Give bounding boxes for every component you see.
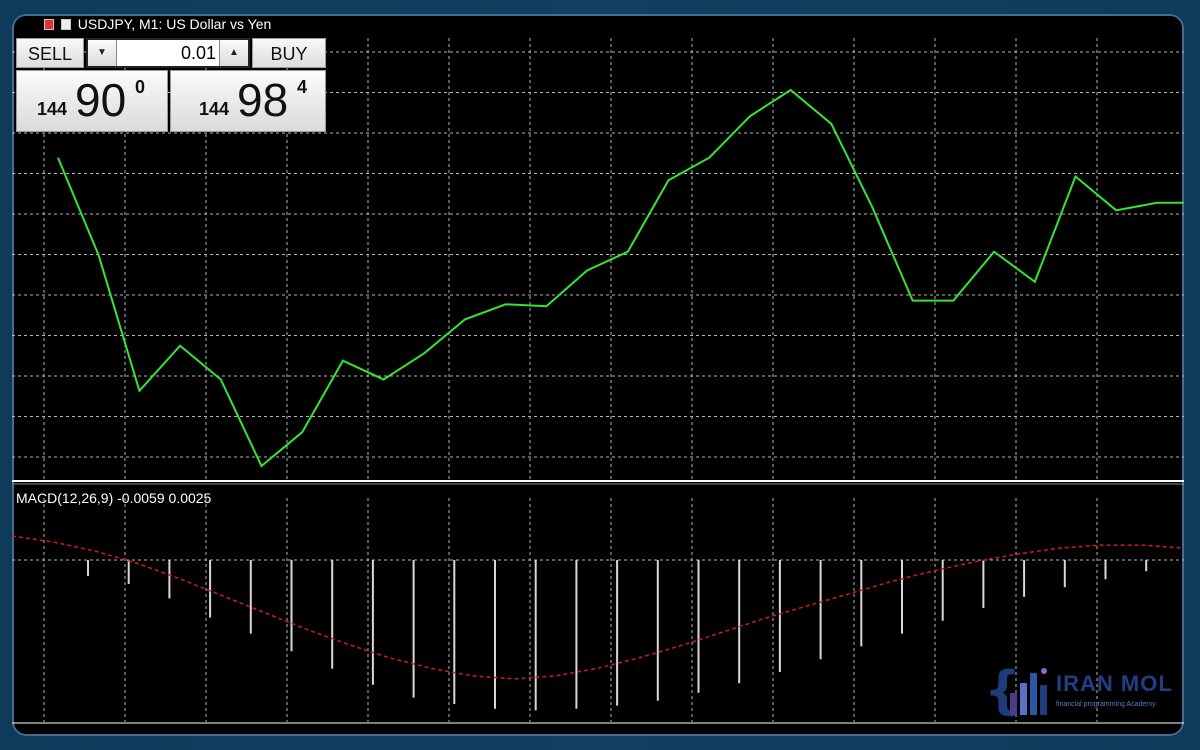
sell-price-main: 90 <box>75 74 127 126</box>
lot-decrease-button[interactable]: ▼ <box>88 40 117 66</box>
sell-price-box[interactable]: 144 90 0 <box>16 70 168 132</box>
lot-increase-button[interactable]: ▲ <box>219 40 248 66</box>
bar-chart-logo-icon <box>1010 668 1047 715</box>
chart-window[interactable]: USDJPY, M1: US Dollar vs Yen SELL ▼ ▲ BU… <box>12 14 1184 736</box>
macd-signal-line <box>12 535 1184 680</box>
price-line <box>57 88 1184 468</box>
triangle-down-icon: ▼ <box>97 47 107 58</box>
macd-indicator-label: MACD(12,26,9) -0.0059 0.0025 <box>16 490 212 506</box>
sell-price-prefix: 144 <box>37 99 68 119</box>
buy-button[interactable]: BUY <box>252 38 326 68</box>
chart-title: USDJPY, M1: US Dollar vs Yen <box>77 16 272 32</box>
triangle-up-icon: ▲ <box>229 47 239 58</box>
window-icon <box>60 19 71 30</box>
chart-title-bar: USDJPY, M1: US Dollar vs Yen <box>44 14 271 36</box>
logo-name: IRAN MOL <box>1056 671 1173 696</box>
chart-icon <box>44 19 54 30</box>
buy-price-box[interactable]: 144 98 4 <box>170 70 326 132</box>
lot-stepper[interactable]: ▼ ▲ <box>86 38 250 68</box>
buy-price-prefix: 144 <box>199 99 230 119</box>
academy-logo: { IRAN MOL financial programming Academy <box>984 659 1174 725</box>
sell-price-pip: 0 <box>135 77 146 97</box>
buy-price-pip: 4 <box>297 77 308 97</box>
one-click-trading-panel: SELL ▼ ▲ BUY 144 90 0 144 98 4 <box>16 38 327 132</box>
buy-price-main: 98 <box>237 74 289 126</box>
lot-size-input[interactable] <box>118 40 220 66</box>
logo-tagline: financial programming Academy <box>1056 701 1156 708</box>
sell-button[interactable]: SELL <box>16 38 84 68</box>
